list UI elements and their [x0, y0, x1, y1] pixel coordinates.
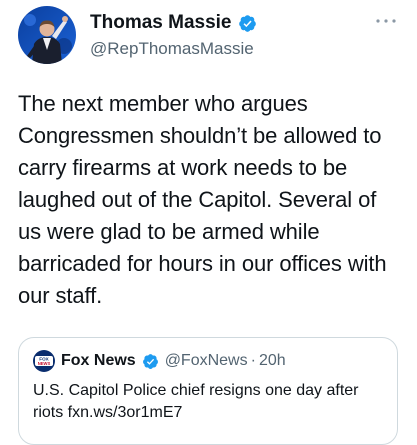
user-avatar-photo-icon: [18, 6, 76, 64]
verified-badge-icon: [238, 14, 256, 32]
tweet-text: The next member who argues Congressmen s…: [18, 88, 408, 312]
author-handle[interactable]: @RepThomasMassie: [90, 38, 254, 60]
quoted-text-line: U.S. Capitol Police chief resigns one da…: [33, 382, 359, 399]
separator-dot: ·: [250, 352, 256, 369]
quoted-tweet-text: U.S. Capitol Police chief resigns one da…: [33, 380, 383, 424]
quoted-tweet-card[interactable]: FOX NEWS Fox News @FoxNews · 20h U.S. Ca…: [18, 337, 398, 445]
tweet-text-line: us were glad to be armed while: [18, 219, 320, 244]
tweet-text-line: our staff.: [18, 283, 103, 308]
quoted-tweet-header: FOX NEWS Fox News @FoxNews · 20h: [33, 350, 286, 372]
quoted-text-line: riots fxn.ws/3or1mE7: [33, 404, 183, 421]
verified-badge-icon: [142, 353, 158, 369]
tweet-text-line: The next member who argues: [18, 91, 308, 116]
fox-news-logo-icon[interactable]: FOX NEWS: [33, 350, 55, 372]
quoted-handle[interactable]: @FoxNews: [165, 352, 248, 370]
tweet-text-line: laughed out of the Capitol. Several of: [18, 187, 377, 212]
author-avatar[interactable]: [18, 6, 76, 64]
tweet-text-line: barricaded for hours in our offices with: [18, 251, 387, 276]
quoted-timestamp[interactable]: 20h: [259, 352, 286, 370]
author-name-row: Thomas Massie: [90, 12, 257, 34]
more-horizontal-icon[interactable]: [374, 15, 398, 27]
svg-text:NEWS: NEWS: [38, 361, 51, 366]
tweet-card: Thomas Massie @RepThomasMassie The next …: [0, 0, 417, 445]
quoted-display-name[interactable]: Fox News: [61, 352, 136, 370]
tweet-text-line: carry firearms at work needs to be: [18, 155, 348, 180]
tweet-text-line: Congressmen shouldn’t be allowed to: [18, 123, 382, 148]
author-display-name[interactable]: Thomas Massie: [90, 12, 232, 34]
